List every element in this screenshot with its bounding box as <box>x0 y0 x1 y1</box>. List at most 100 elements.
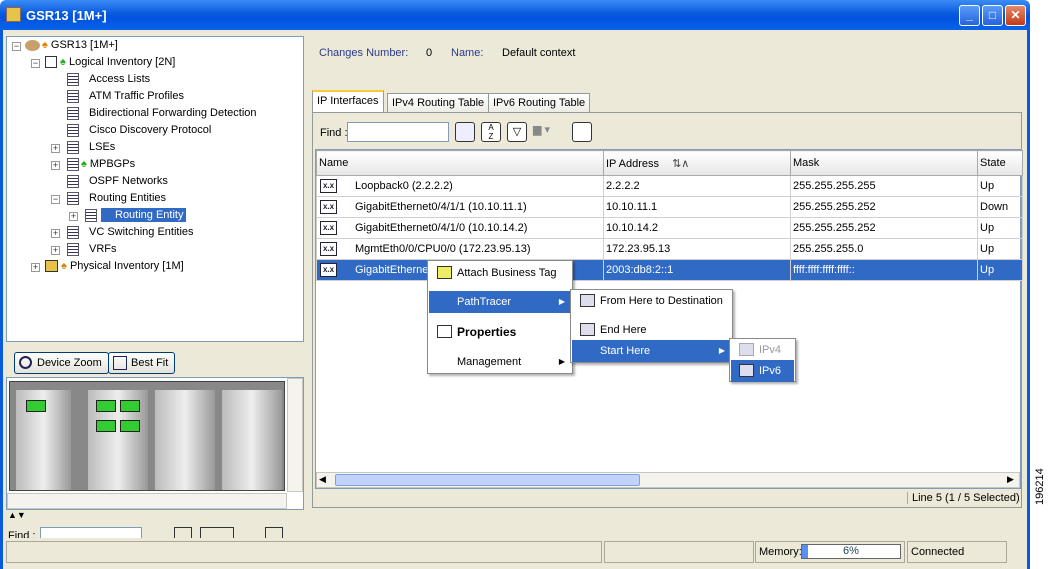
expand-lses-icon[interactable]: + <box>51 144 60 153</box>
tree-item-ospf[interactable]: OSPF Networks <box>67 173 168 190</box>
close-icon[interactable]: ✕ <box>1005 5 1026 26</box>
table-row[interactable]: x.x Loopback0 (2.2.2.2) 2.2.2.2 255.255.2… <box>316 175 1023 197</box>
port-module <box>26 400 46 412</box>
table-row[interactable]: x.x GigabitEthernet0/4/1/0 (10.10.14.2) 1… <box>316 217 1023 239</box>
column-header-mask[interactable]: Mask <box>790 150 978 176</box>
tree-node-physical[interactable]: ♠ Physical Inventory [1M] <box>45 258 184 275</box>
interface-icon: x.x <box>320 263 337 277</box>
tree-item-mpbgps[interactable]: ♠ MPBGPs <box>67 156 135 173</box>
column-header-name[interactable]: Name <box>316 150 604 176</box>
chassis-vscrollbar[interactable] <box>287 378 303 492</box>
tree-item-access-lists[interactable]: Access Lists <box>67 71 150 88</box>
table-row[interactable]: x.x MgmtEth0/0/CPU0/0 (172.23.95.13) 172.… <box>316 238 1023 260</box>
chassis-image <box>9 381 285 491</box>
menu-item-properties[interactable]: Properties <box>429 321 571 343</box>
name-label: Name: <box>451 47 484 59</box>
filter-icon[interactable]: ▽ <box>507 122 527 142</box>
chassis-icon <box>45 260 58 273</box>
path-icon <box>739 364 754 377</box>
context-menu: Attach Business Tag PathTracer ▶ Properti… <box>427 260 573 374</box>
table-settings-icon[interactable] <box>572 122 592 142</box>
tree-item-routing-entity[interactable]: Routing Entity <box>85 207 187 224</box>
minimize-icon[interactable]: _ <box>959 5 980 26</box>
menu-item-start-here[interactable]: Start Here ▶ <box>572 340 731 362</box>
cell-mask: 255.255.255.252 <box>790 217 978 239</box>
tree-item-atm[interactable]: ATM Traffic Profiles <box>67 88 184 105</box>
chassis-hscrollbar[interactable] <box>7 493 287 509</box>
alarm-bell-icon: ♠ <box>58 260 70 272</box>
expand-vc-icon[interactable]: + <box>51 229 60 238</box>
expand-logical-icon[interactable]: − <box>31 59 40 68</box>
column-header-state[interactable]: State <box>977 150 1023 176</box>
cell-ip: 2.2.2.2 <box>603 175 791 197</box>
status-main <box>6 541 602 563</box>
tree-item-vrfs[interactable]: VRFs <box>67 241 117 258</box>
table-hscrollbar[interactable]: ◀ ▶ <box>316 472 1020 488</box>
menu-item-pathtracer[interactable]: PathTracer ▶ <box>429 291 571 313</box>
tab-ipv4-routing[interactable]: IPv4 Routing Table <box>387 93 490 113</box>
tree-item-lses[interactable]: LSEs <box>67 139 115 156</box>
cell-ip: 10.10.11.1 <box>603 196 791 218</box>
cell-state: Up <box>977 259 1023 281</box>
sort-az-icon[interactable]: AZ <box>481 122 501 142</box>
status-blank <box>604 541 754 563</box>
find-label: Find : <box>320 127 348 139</box>
collapse-routing-icon[interactable]: − <box>51 195 60 204</box>
menu-item-from-here[interactable]: From Here to Destination <box>572 290 731 312</box>
menu-item-attach-business-tag[interactable]: Attach Business Tag <box>429 262 571 284</box>
expand-vrfs-icon[interactable]: + <box>51 246 60 255</box>
export-icon[interactable]: ▆ ▾ <box>533 123 563 141</box>
expand-root-icon[interactable]: − <box>12 42 21 51</box>
context-header: Changes Number: 0 Name: Default context <box>310 36 1024 84</box>
table-icon <box>67 157 79 171</box>
device-icon <box>25 39 40 51</box>
tab-ipv6-routing[interactable]: IPv6 Routing Table <box>488 93 591 113</box>
scroll-thumb[interactable] <box>335 474 640 486</box>
table-icon <box>67 72 79 86</box>
connection-status: Connected <box>907 541 1007 563</box>
tree-node-logical[interactable]: ♠ Logical Inventory [2N] <box>45 54 175 71</box>
tab-ip-interfaces[interactable]: IP Interfaces <box>312 90 384 112</box>
export-icon[interactable] <box>200 527 234 538</box>
search-icon[interactable] <box>455 122 475 142</box>
fit-icon <box>113 356 127 370</box>
memory-bar-fill <box>802 545 808 558</box>
cell-mask: 255.255.255.255 <box>790 175 978 197</box>
sort-az-icon[interactable] <box>174 527 192 538</box>
cell-mask: 255.255.255.252 <box>790 196 978 218</box>
bottom-find-input[interactable] <box>40 527 142 538</box>
column-header-ip[interactable]: IP Address ⇅∧ <box>603 150 791 176</box>
table-icon <box>67 242 79 256</box>
tree-item-vc-switching[interactable]: VC Switching Entities <box>67 224 194 241</box>
menu-item-management[interactable]: Management ▶ <box>429 351 571 373</box>
menu-item-end-here[interactable]: End Here <box>572 319 731 341</box>
scroll-left-icon[interactable]: ◀ <box>319 474 326 485</box>
interfaces-table: Name IP Address ⇅∧ Mask State x.x Loopbac… <box>316 150 1023 281</box>
menu-item-ipv6[interactable]: IPv6 <box>731 360 794 382</box>
device-zoom-button[interactable]: Device Zoom <box>14 352 109 374</box>
menu-item-ipv4[interactable]: IPv4 <box>731 339 794 361</box>
tree-item-cdp[interactable]: Cisco Discovery Protocol <box>67 122 211 139</box>
cell-state: Down <box>977 196 1023 218</box>
memory-bar: 6% <box>801 544 901 559</box>
find-input[interactable] <box>347 122 449 142</box>
tree-item-routing-entities[interactable]: Routing Entities <box>67 190 166 207</box>
tree-item-bfd[interactable]: Bidirectional Forwarding Detection <box>67 105 257 122</box>
maximize-icon[interactable]: □ <box>982 5 1003 26</box>
table-row[interactable]: x.x GigabitEthernet0/4/1/1 (10.10.11.1) 1… <box>316 196 1023 218</box>
bottom-find-label: Find : <box>8 530 36 538</box>
table-settings-icon[interactable] <box>265 527 283 538</box>
expand-mpbgps-icon[interactable]: + <box>51 161 60 170</box>
table-icon <box>67 191 79 205</box>
green-bell-icon: ♠ <box>81 158 87 170</box>
name-value: Default context <box>502 47 576 59</box>
expand-routing-entity-icon[interactable]: + <box>69 212 78 221</box>
splitter-arrows-icon[interactable]: ▲▼ <box>8 510 26 520</box>
scroll-right-icon[interactable]: ▶ <box>1007 474 1014 485</box>
table-row-selected[interactable]: x.x GigabitEthernet 2003:db8:2::1 ffff:ff… <box>316 259 1023 281</box>
best-fit-button[interactable]: Best Fit <box>108 352 176 374</box>
table-icon <box>67 123 79 137</box>
green-bell-icon: ♠ <box>57 56 66 68</box>
tree-node-root[interactable]: ♠ GSR13 [1M+] <box>25 37 118 54</box>
expand-physical-icon[interactable]: + <box>31 263 40 272</box>
